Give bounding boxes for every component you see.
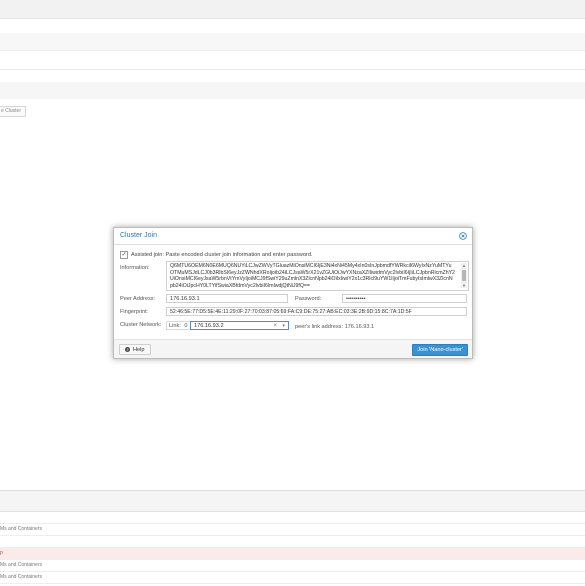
information-textarea[interactable]: Q6MTU6OEM6N0E6MUQ6NUYiLCJwZWVyTGluazMiOn… [166,261,469,291]
peer-address-field[interactable]: 176.16.93.1 [166,294,288,303]
task-row[interactable] [0,512,585,524]
information-text[interactable]: Q6MTU6OEM6N0E6MUQ6NUYiLCJwZWVyTGluazMiOn… [170,263,455,288]
help-button[interactable]: ? Help [119,344,151,355]
toolbar-band [0,33,585,50]
information-scrollbar[interactable]: ▲ ▼ [461,263,467,288]
task-log-panel: Ms and Containers p Ms and Containers Ms… [0,490,585,586]
join-cluster-button[interactable]: Join 'Nano-cluster' [412,344,468,356]
background-tab-cluster[interactable]: e Cluster [0,106,27,117]
tab-band: e Cluster [0,50,585,117]
cluster-join-dialog: Cluster Join ✓ Assisted join: Paste enco… [113,227,473,359]
task-row-error[interactable]: p [0,548,585,560]
clear-icon[interactable]: × [273,322,277,329]
dialog-footer: ? Help Join 'Nano-cluster' [114,339,472,358]
task-row[interactable]: Ms and Containers [0,560,585,572]
scroll-thumb[interactable] [462,270,466,281]
cluster-network-select[interactable]: 176.16.93.2 × ▾ [190,321,289,330]
cluster-network-value: 176.16.93.2 [194,323,224,329]
question-circle-icon: ? [125,347,130,352]
task-row[interactable] [0,536,585,548]
peer-link-address: peer's link address: 176.16.93.1 [295,324,375,330]
assisted-join-label: Assisted join: Paste encoded cluster joi… [131,252,313,258]
dialog-header: Cluster Join [114,228,472,245]
chevron-down-icon[interactable]: ▾ [282,322,285,329]
fingerprint-label: Fingerprint: [120,309,149,315]
password-field[interactable]: •••••••••• [342,294,467,303]
fingerprint-field[interactable]: 52:46:5E:77:D5:5E:4E:11:29:0F:27:70:03:8… [166,307,467,316]
top-bar [0,0,585,19]
information-label: Information: [120,265,150,271]
assisted-join-checkbox[interactable]: ✓ [120,251,128,259]
task-row[interactable]: Ms and Containers [0,524,585,536]
cluster-network-label: Cluster Network: [120,322,162,328]
link-number: 0 [184,323,188,329]
task-row[interactable]: Ms and Containers [0,572,585,584]
grid-header-band [0,82,585,99]
dialog-title: Cluster Join [120,232,157,239]
assisted-join-row: ✓ Assisted join: Paste encoded cluster j… [120,251,313,259]
scroll-down-arrow-icon[interactable]: ▼ [461,283,467,288]
task-log-header [0,491,585,512]
peer-address-label: Peer Address: [120,296,156,302]
password-label: Password: [295,296,322,302]
close-circle-icon[interactable] [459,232,467,240]
scroll-up-arrow-icon[interactable]: ▲ [461,263,467,268]
help-button-label: Help [133,346,145,353]
link-label: Link: [169,323,181,329]
